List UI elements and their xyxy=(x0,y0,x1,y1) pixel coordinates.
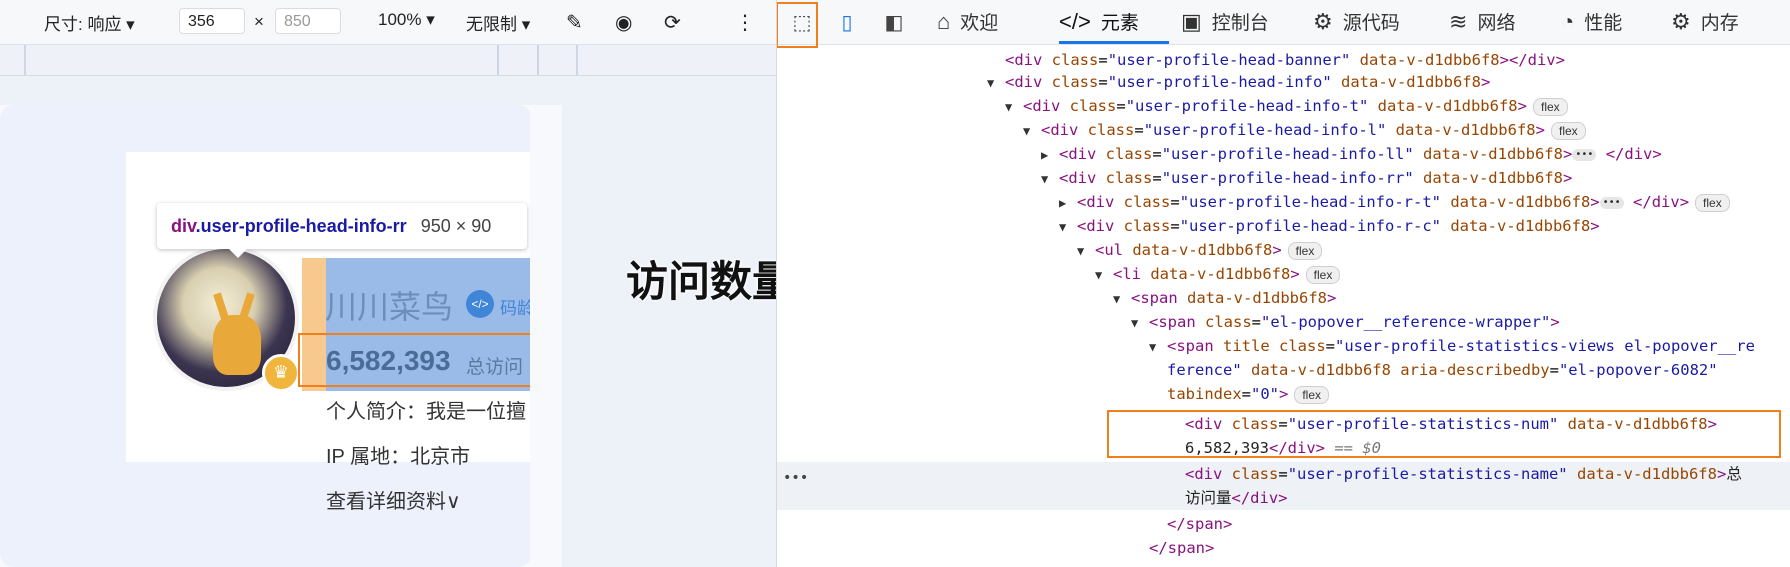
dom-node[interactable]: ▼ <div class="user-profile-head-info-t" d… xyxy=(1005,94,1568,118)
device-toolbar: 尺寸: 响应 ▾ 356 × 850 100% ▾ 无限制 ▾ ✎ ◉ ⟳ ⋮ xyxy=(0,0,776,45)
throttle-select[interactable]: 无限制 ▾ xyxy=(466,10,530,35)
dimension-separator: × xyxy=(254,12,264,31)
rotate-icon[interactable]: ⟳ xyxy=(664,10,681,35)
height-input[interactable]: 850 xyxy=(275,8,341,34)
devtools-panel: ⬚ ▯ ◧ ⌂ 欢迎 </> 元素 ▣ 控制台 ⚙ 源代码 ≋ 网络 ◔ 性能 ⚙ 内存 ••… xyxy=(776,0,1790,567)
eye-icon[interactable]: ◉ xyxy=(615,10,632,35)
viewport-edge xyxy=(530,105,562,567)
inspect-tooltip: div.user-profile-head-info-rr 950 × 90 xyxy=(157,203,527,258)
ruler-tick xyxy=(537,45,539,75)
dom-node-close[interactable]: </span> xyxy=(1167,512,1232,536)
eyedropper-icon[interactable]: ✎ xyxy=(566,10,583,35)
console-icon: ▣ xyxy=(1181,9,1202,34)
device-size-select[interactable]: 尺寸: 响应 ▾ xyxy=(44,10,135,35)
dom-node[interactable]: ▼ <span data-v-d1dbb6f8> xyxy=(1113,286,1336,310)
code-badge-icon: </> xyxy=(466,290,494,318)
tab-performance[interactable]: ◔ 性能 xyxy=(1561,0,1622,44)
selected-node-callout-box xyxy=(1107,410,1781,458)
node-actions-icon[interactable]: ••• xyxy=(783,470,808,486)
inspect-callout-box xyxy=(777,2,818,48)
tab-memory[interactable]: ⚙ 内存 xyxy=(1671,0,1739,44)
tab-label: 控制台 xyxy=(1211,13,1269,34)
zoom-label: 100% xyxy=(378,10,422,29)
devtools-toolbar: ⬚ ▯ ◧ ⌂ 欢迎 </> 元素 ▣ 控制台 ⚙ 源代码 ≋ 网络 ◔ 性能 ⚙ 内存 xyxy=(777,0,1790,48)
tab-elements[interactable]: </> 元素 xyxy=(1059,0,1169,44)
view-details-link[interactable]: 查看详细资料∨ xyxy=(326,485,461,514)
dom-node[interactable]: ▼ <li data-v-d1dbb6f8> flex xyxy=(1095,262,1341,286)
elements-tree: ••• <div class="user-profile-head-banner… xyxy=(777,44,1790,567)
dom-node[interactable]: ▼ <ul data-v-d1dbb6f8> flex xyxy=(1077,238,1323,262)
profile-intro: 个人简介：我是一位擅 xyxy=(326,401,526,423)
code-age-badge: 码龄 xyxy=(500,299,534,318)
dom-node[interactable]: ▶ <div class="user-profile-head-info-ll" … xyxy=(1041,142,1662,166)
device-toggle-icon[interactable]: ▯ xyxy=(832,8,862,36)
dom-node[interactable]: <div class="user-profile-statistics-name… xyxy=(1185,462,1742,486)
user-name: 川川菜鸟 xyxy=(325,289,454,325)
tab-console[interactable]: ▣ 控制台 xyxy=(1181,0,1269,44)
ruler-tick xyxy=(497,45,499,75)
dom-node-continued: 访问量</div> xyxy=(1185,489,1288,507)
dom-node[interactable]: ▼ <span class="el-popover__reference-wrap… xyxy=(1131,310,1560,334)
ruler-tick xyxy=(24,45,26,75)
tab-label: 欢迎 xyxy=(960,13,999,34)
ruler-tick xyxy=(576,45,578,75)
tab-label: 内存 xyxy=(1700,13,1739,34)
dom-node[interactable]: ▼ <div class="user-profile-head-info-rr" … xyxy=(1041,166,1572,190)
tab-network[interactable]: ≋ 网络 xyxy=(1449,0,1515,44)
dom-node[interactable]: ▼ <span title class="user-profile-statist… xyxy=(1149,334,1755,358)
dom-node-continued: ference" data-v-d1dbb6f8 aria-describedb… xyxy=(1167,361,1718,379)
tab-sources[interactable]: ⚙ 源代码 xyxy=(1313,0,1400,44)
dom-node[interactable]: <div class="user-profile-head-banner" da… xyxy=(1005,48,1565,72)
dom-node-close[interactable]: </span> xyxy=(1149,536,1214,560)
code-icon: </> xyxy=(1059,9,1091,34)
ip-location: IP 属地：北京市 xyxy=(326,446,471,468)
tooltip-tag: div xyxy=(171,216,196,236)
more-options-icon[interactable]: ⋮ xyxy=(735,10,755,35)
tab-label: 网络 xyxy=(1477,13,1516,34)
device-size-label: 尺寸: 响应 xyxy=(44,15,122,34)
memory-icon: ⚙ xyxy=(1671,9,1691,34)
width-input[interactable]: 356 xyxy=(179,8,245,34)
dom-node-continued: tabindex="0"> flex xyxy=(1167,382,1330,406)
zoom-select[interactable]: 100% ▾ xyxy=(378,10,435,30)
visit-count-callout-box xyxy=(298,333,556,387)
bug-icon: ⚙ xyxy=(1313,9,1333,34)
tab-label: 源代码 xyxy=(1342,13,1400,34)
dock-side-icon[interactable]: ◧ xyxy=(879,8,909,36)
tab-label: 性能 xyxy=(1584,13,1623,34)
tooltip-class: .user-profile-head-info-rr xyxy=(195,216,407,236)
dom-node[interactable]: ▼ <div class="user-profile-head-info-r-c"… xyxy=(1059,214,1600,238)
crown-icon: ♛ xyxy=(262,354,300,392)
tooltip-dimensions: 950 × 90 xyxy=(420,216,492,236)
pikachu-figure xyxy=(213,315,261,375)
tab-welcome[interactable]: ⌂ 欢迎 xyxy=(937,0,998,44)
dom-node[interactable]: ▶ <div class="user-profile-head-info-r-t"… xyxy=(1059,190,1730,214)
wifi-icon: ≋ xyxy=(1449,9,1468,34)
media-query-ruler xyxy=(0,45,776,76)
tab-label: 元素 xyxy=(1100,13,1139,34)
dom-node[interactable]: ▼ <div class="user-profile-head-info" dat… xyxy=(987,70,1490,94)
home-icon: ⌂ xyxy=(937,9,951,34)
throttle-label: 无限制 xyxy=(466,15,517,34)
dom-node[interactable]: ▼ <div class="user-profile-head-info-l" d… xyxy=(1023,118,1586,142)
gauge-icon: ◔ xyxy=(1561,9,1575,34)
